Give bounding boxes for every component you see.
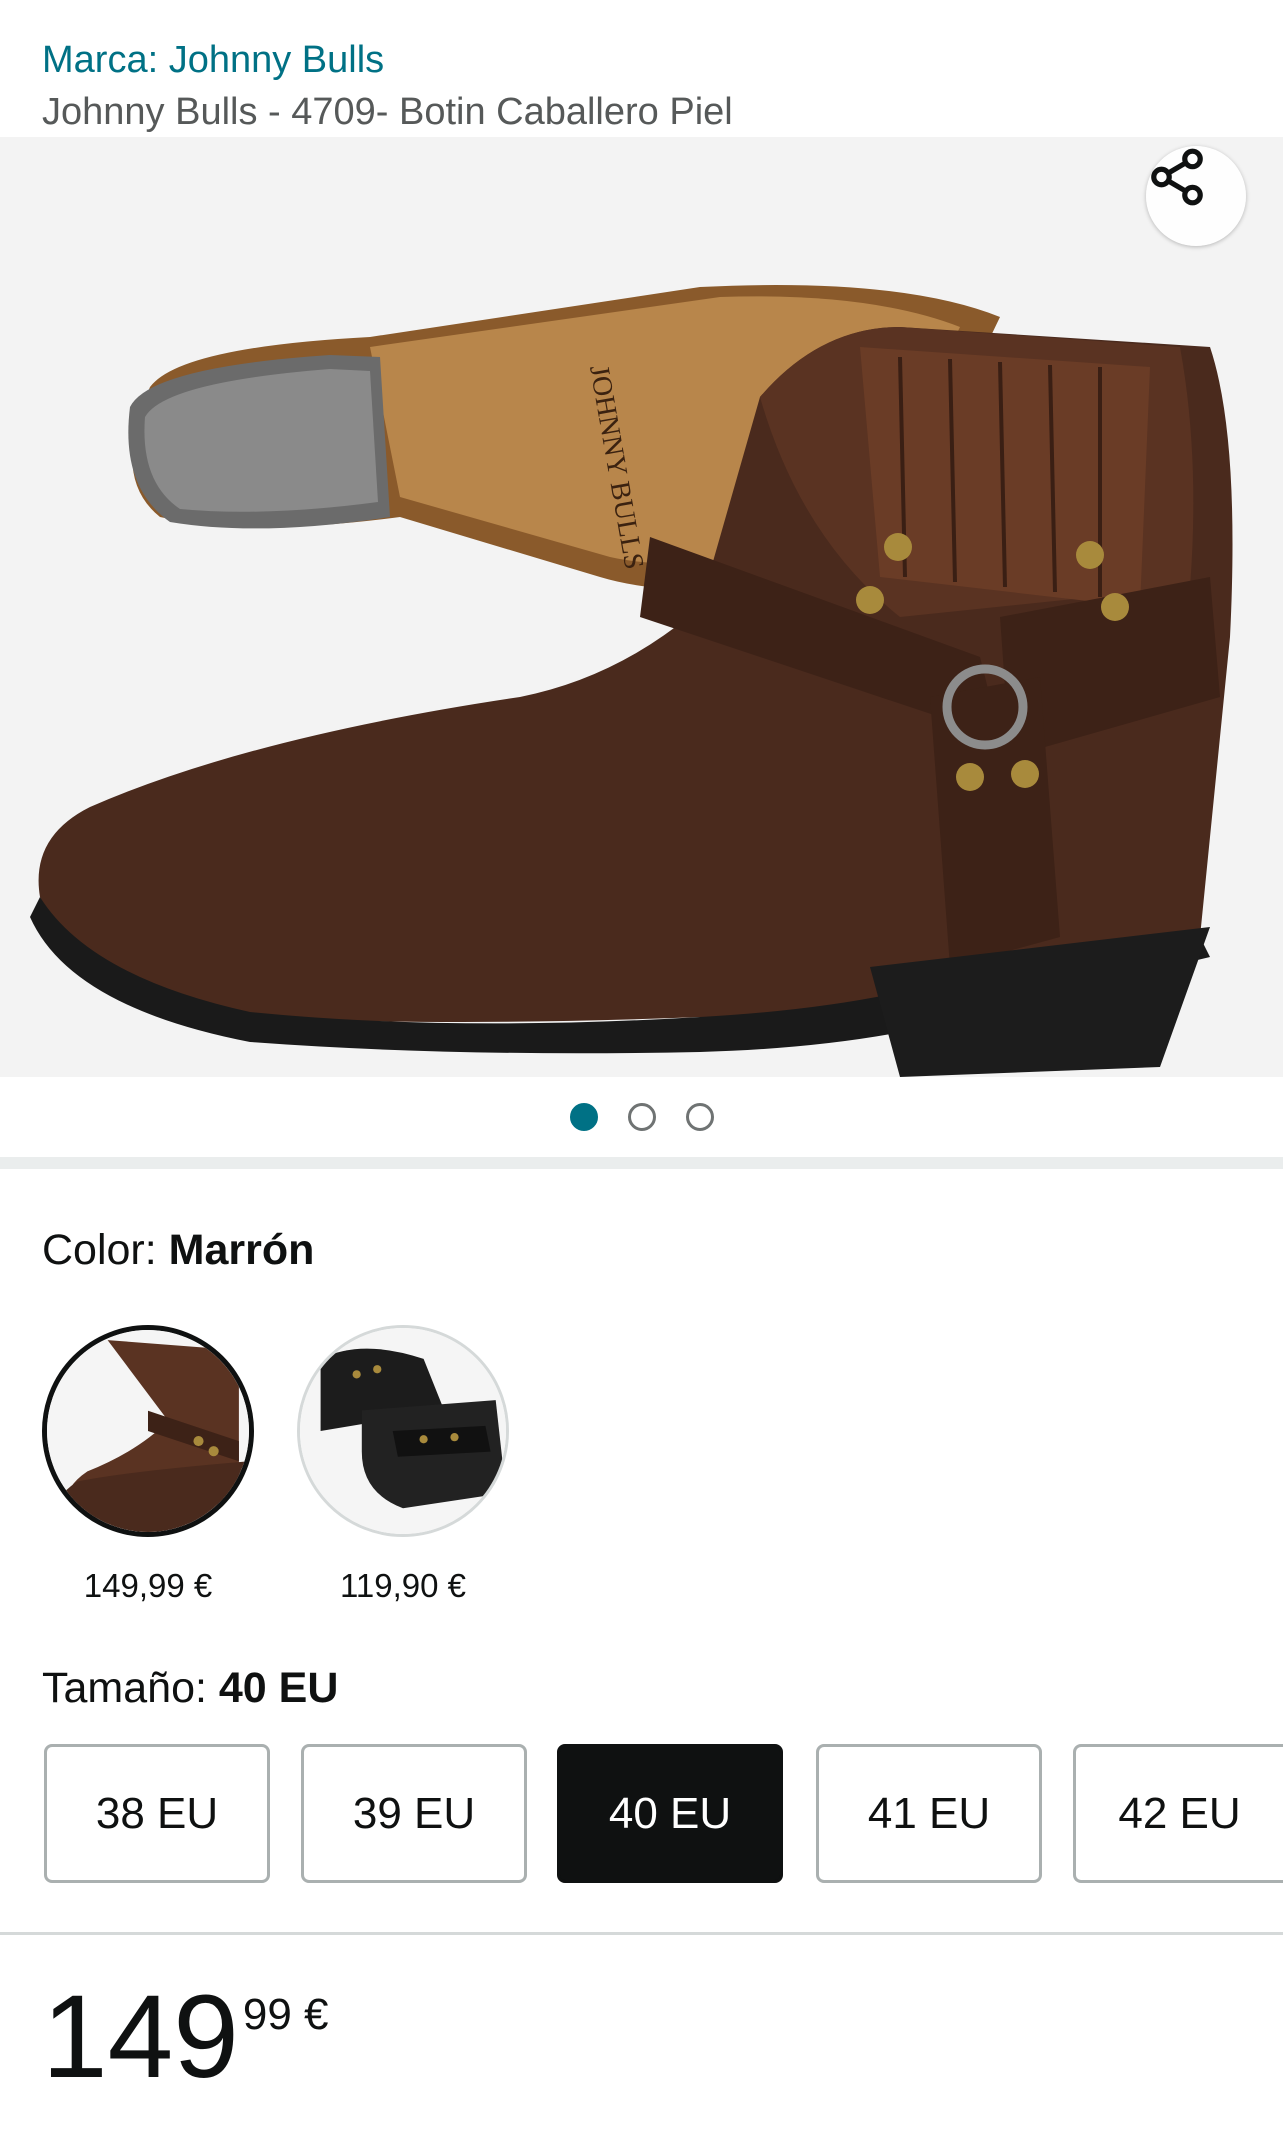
image-dot-1[interactable] (569, 1103, 598, 1131)
image-dot-3[interactable] (685, 1103, 714, 1131)
boot-thumbnail-black (300, 1328, 506, 1534)
price-fraction: 99 € (242, 1990, 329, 2039)
size-option-39[interactable]: 39 EU (301, 1744, 527, 1883)
swatch-price-marron: 149,99 € (83, 1567, 213, 1604)
size-option-38[interactable]: 38 EU (44, 1744, 270, 1883)
boot-thumbnail-brown (47, 1330, 249, 1532)
boot-image: JOHNNY BULLS (30, 285, 1233, 1077)
product-price: 149 99 € (42, 1975, 329, 2100)
color-label: Color: (42, 1226, 157, 1274)
color-swatch-marron[interactable] (42, 1325, 254, 1537)
size-option-42[interactable]: 42 EU (1073, 1744, 1283, 1883)
image-pagination (0, 1077, 1283, 1157)
price-divider (0, 1932, 1283, 1935)
size-option-40[interactable]: 40 EU (557, 1744, 783, 1883)
section-separator (0, 1157, 1283, 1169)
color-swatch-negro[interactable] (297, 1325, 509, 1537)
brand-link[interactable]: Marca: Johnny Bulls (42, 34, 1241, 86)
swatch-price-negro: 119,90 € (339, 1567, 466, 1604)
price-whole: 149 (42, 1971, 239, 2103)
size-option-41[interactable]: 41 EU (816, 1744, 1042, 1883)
size-label: Tamaño: (42, 1664, 207, 1712)
size-selected-value: 40 EU (218, 1664, 339, 1712)
share-icon (1151, 148, 1203, 206)
color-label-row: Color: Marrón (42, 1220, 314, 1280)
image-dot-2[interactable] (627, 1103, 656, 1131)
product-image-gallery[interactable]: JOHNNY BULLS (0, 137, 1283, 1077)
product-title: Johnny Bulls - 4709- Botin Caballero Pie… (42, 91, 733, 133)
product-header: Marca: Johnny Bulls Johnny Bulls - 4709-… (0, 0, 1283, 137)
color-selected-value: Marrón (168, 1226, 315, 1274)
share-button[interactable] (1146, 146, 1246, 246)
size-label-row: Tamaño: 40 EU (42, 1658, 338, 1718)
